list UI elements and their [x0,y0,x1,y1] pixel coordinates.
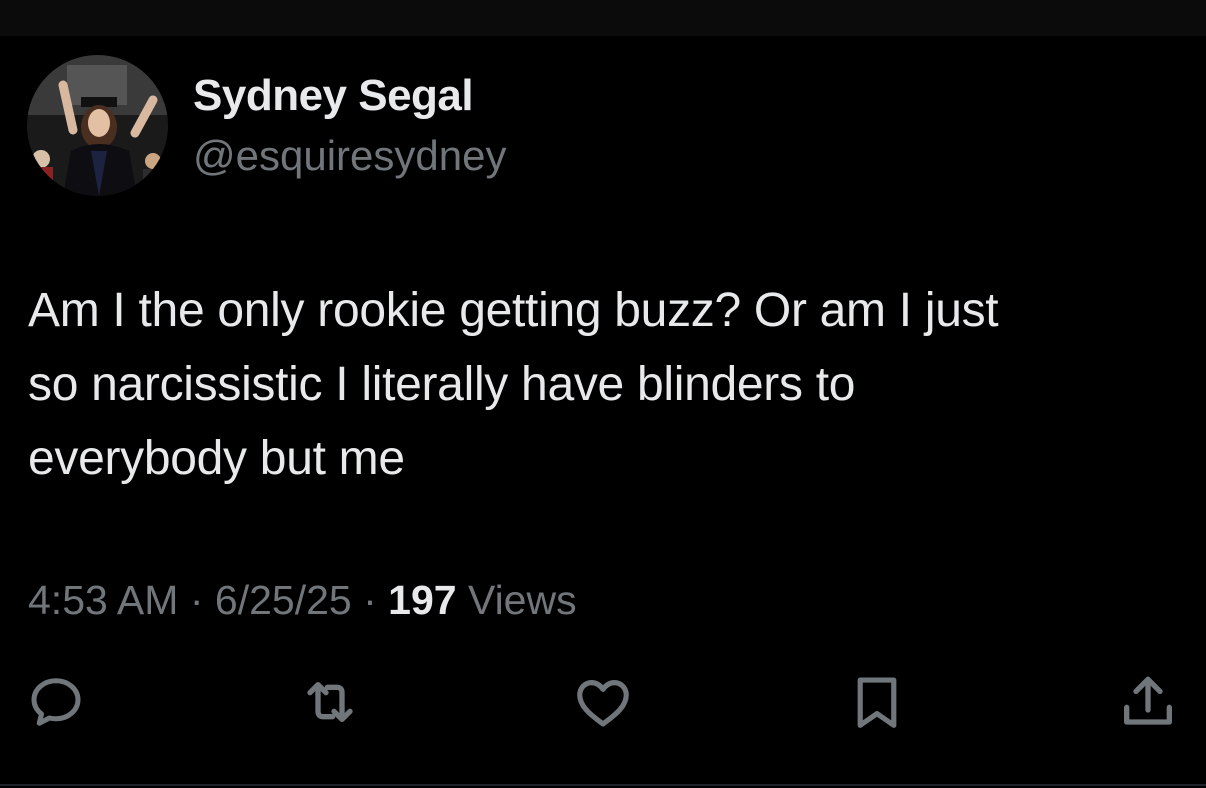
tweet-text-line: everybody but me [28,432,405,485]
meta-separator: · [189,577,215,623]
speech-bubble-icon [31,678,81,726]
retweet-button[interactable] [298,670,362,734]
tweet-text-line: Am I the only rookie getting buzz? Or am… [28,284,999,337]
heart-icon [577,680,629,727]
avatar-image [27,55,168,196]
share-icon [1124,676,1172,725]
tweet-date[interactable]: 6/25/25 [215,577,352,623]
avatar[interactable] [27,55,168,196]
tweet-time[interactable]: 4:53 AM [28,577,178,623]
tweet-text: Am I the only rookie getting buzz? Or am… [28,274,1178,496]
tweet-detail: Sydney Segal @esquiresydney Am I the onl… [0,36,1206,788]
top-bar [0,0,1206,36]
meta-separator: · [363,577,389,623]
action-bar [0,666,1206,746]
author-name[interactable]: Sydney Segal [193,72,474,120]
author-handle[interactable]: @esquiresydney [193,132,506,180]
tweet-text-line: so narcissistic I literally have blinder… [28,358,856,411]
tweet-meta: 4:53 AM · 6/25/25 · 197 Views [28,576,577,624]
divider [0,784,1206,786]
bookmark-button[interactable] [845,670,909,734]
retweet-icon [307,682,353,722]
views-label: Views [467,577,577,623]
share-button[interactable] [1116,670,1180,734]
views-count: 197 [388,577,457,623]
like-button[interactable] [571,670,635,734]
reply-button[interactable] [24,670,88,734]
bookmark-icon [857,677,897,728]
